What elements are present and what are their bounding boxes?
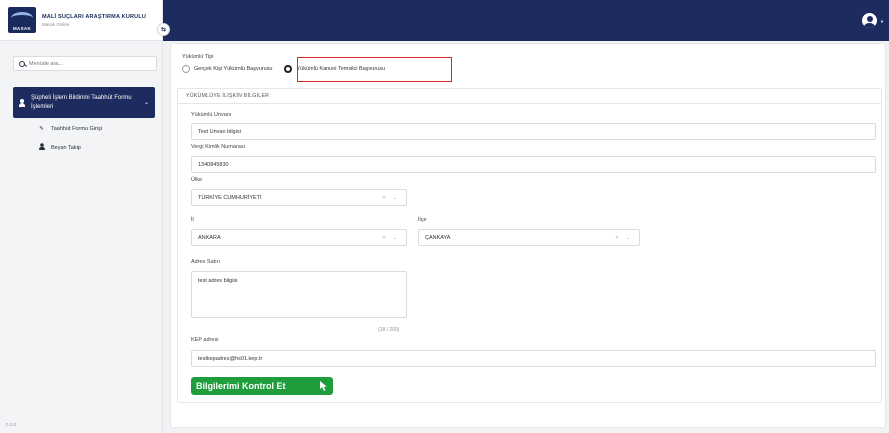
kep-label: KEP adresi — [191, 337, 219, 343]
district-value: ÇANKAYA — [425, 235, 451, 241]
select-clear-and-chevron-icon[interactable]: × ⌄ — [383, 195, 401, 201]
arrows-horizontal-icon: ⇆ — [160, 27, 167, 33]
country-value: TÜRKİYE CUMHURİYETİ — [198, 195, 262, 201]
vkn-field[interactable]: 1340845830 — [191, 156, 876, 173]
obligor-info-section: YÜKÜMLÜYE İLİŞKİN BİLGİLER Yükümlü Unvan… — [177, 88, 882, 403]
highlight-box — [297, 57, 452, 82]
sidebar: MASAK MALİ SUÇLARI ARAŞTIRMA KURULU Masa… — [0, 0, 163, 433]
radio-option-real-person[interactable]: Gerçek Kişi Yükümlü Başvurusu — [182, 65, 272, 73]
select-clear-and-chevron-icon[interactable]: × ⌄ — [383, 235, 401, 241]
main-panel: Yükümlü Tipi Gerçek Kişi Yükümlü Başvuru… — [170, 43, 886, 428]
address-textarea[interactable]: test adres bilgisi — [191, 271, 407, 318]
country-label: Ülke — [191, 177, 203, 183]
city-value: ANKARA — [198, 235, 221, 241]
logo-text: MASAK — [13, 26, 31, 31]
brand-subtitle: Masak Online — [42, 21, 70, 27]
vkn-label: Vergi Kimlik Numarası — [191, 144, 246, 150]
brand-title: MALİ SUÇLARI ARAŞTIRMA KURULU — [42, 13, 147, 20]
radio-button[interactable] — [182, 65, 190, 73]
radio-label: Gerçek Kişi Yükümlü Başvurusu — [194, 66, 273, 72]
brand[interactable]: MASAK MALİ SUÇLARI ARAŞTIRMA KURULU Masa… — [0, 0, 162, 41]
search-icon — [19, 60, 25, 67]
section-title: YÜKÜMLÜYE İLİŞKİN BİLGİLER — [178, 89, 881, 104]
sidebar-item-taahhut-formu[interactable]: ✎ Taahhüt Formu Girişi — [38, 126, 102, 132]
sidebar-toggle-button[interactable]: ⇆ — [157, 23, 170, 36]
district-label: İlçe — [418, 217, 427, 223]
district-select[interactable]: ÇANKAYA × ⌄ — [418, 229, 640, 246]
city-select[interactable]: ANKARA × ⌄ — [191, 229, 407, 246]
check-my-info-button[interactable]: Bilgilerimi Kontrol Et — [191, 377, 333, 395]
button-label: Bilgilerimi Kontrol Et — [196, 381, 286, 391]
sidebar-item-label: Taahhüt Formu Girişi — [51, 126, 103, 132]
kep-field[interactable]: testkepadres@hs01.kep.tr — [191, 350, 876, 367]
country-select[interactable]: TÜRKİYE CUMHURİYETİ × ⌄ — [191, 189, 407, 206]
chevron-down-icon[interactable]: ▼ — [880, 19, 884, 24]
topbar: ⇆ ▼ — [157, 0, 889, 41]
unvan-label: Yükümlü Unvanı — [191, 112, 232, 118]
app-version: 0.1.0 — [6, 422, 17, 427]
sidebar-group-label: Şüpheli İşlem Bildirimi Taahhüt Formu İş… — [31, 94, 132, 110]
unvan-field[interactable]: Test Unvan bilgisi — [191, 123, 876, 140]
pencil-icon: ✎ — [39, 126, 44, 132]
chevron-down-icon: ⌄ — [143, 100, 149, 106]
select-clear-and-chevron-icon[interactable]: × ⌄ — [616, 235, 634, 241]
radio-button-checked[interactable] — [284, 65, 293, 73]
pointer-cursor-icon — [320, 381, 327, 391]
menu-search[interactable] — [13, 56, 157, 71]
masak-logo: MASAK — [8, 7, 36, 33]
obligor-type-label: Yükümlü Tipi — [182, 54, 214, 60]
profile-avatar-icon[interactable] — [862, 13, 877, 28]
sidebar-item-label: Beyan Takip — [51, 144, 81, 151]
sidebar-group-suspicious-transaction[interactable]: Şüpheli İşlem Bildirimi Taahhüt Formu İş… — [13, 87, 155, 118]
city-label: İl — [191, 217, 194, 223]
address-char-counter: (18 / 200) — [378, 327, 400, 333]
user-icon — [38, 143, 45, 152]
sidebar-item-beyan-takip[interactable]: Beyan Takip — [38, 143, 81, 152]
address-label: Adres Satırı — [191, 259, 221, 265]
user-icon — [19, 98, 25, 107]
menu-search-input[interactable] — [29, 60, 149, 67]
